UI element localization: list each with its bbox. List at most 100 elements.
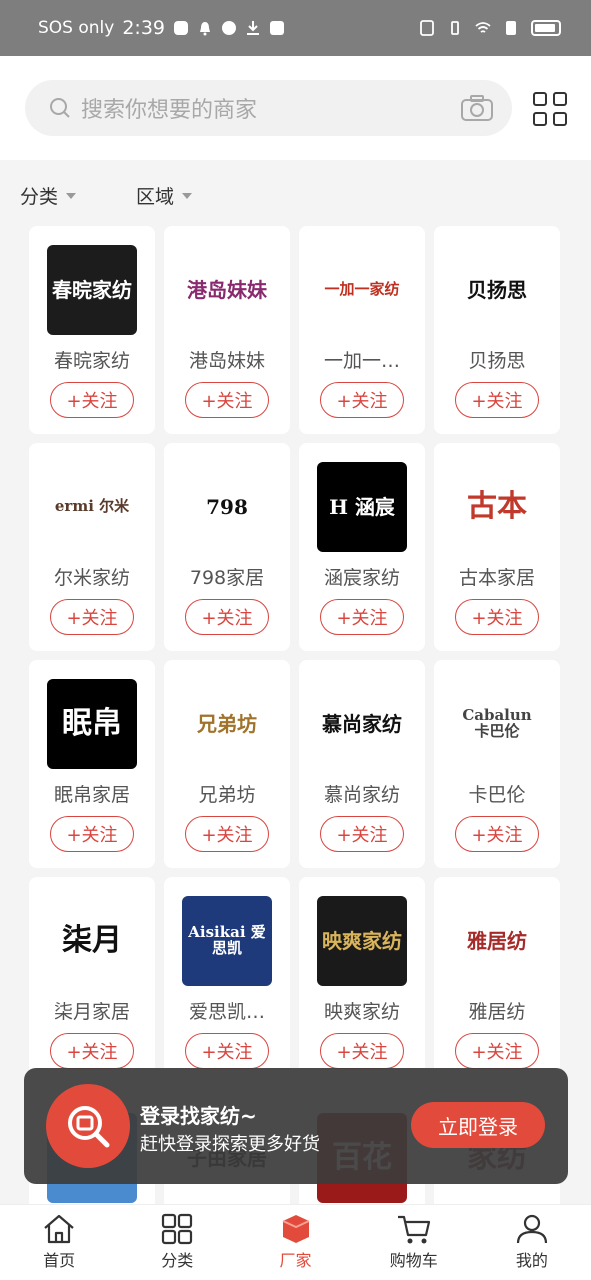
shop-card[interactable]: Cabalun 卡巴伦 卡巴伦 +关注 xyxy=(434,660,560,868)
shop-name: 798家居 xyxy=(189,567,265,589)
tab-category[interactable]: 分类 xyxy=(118,1205,236,1280)
shop-name: 古本家居 xyxy=(458,567,535,589)
shop-logo-text: 柒月 xyxy=(62,923,122,959)
tab-profile[interactable]: 我的 xyxy=(473,1205,591,1280)
follow-button[interactable]: +关注 xyxy=(455,599,539,635)
follow-button[interactable]: +关注 xyxy=(455,382,539,418)
shop-logo-text: 798 xyxy=(206,494,248,519)
shop-name: 慕尚家纺 xyxy=(323,784,400,806)
login-prompt: 登录找家纺~ 赶快登录探索更多好货 立即登录 xyxy=(24,1068,568,1184)
login-button[interactable]: 立即登录 xyxy=(411,1102,545,1148)
tab-home-label: 首页 xyxy=(43,1251,76,1270)
shop-logo-text: Aisikai 爱思凯 xyxy=(188,923,266,957)
shop-logo[interactable]: 柒月 xyxy=(47,896,137,986)
alert-icon xyxy=(506,21,516,35)
shop-name: 港岛妹妹 xyxy=(188,350,265,372)
follow-button[interactable]: +关注 xyxy=(185,816,269,852)
shop-name: 一加一… xyxy=(323,350,400,372)
follow-button[interactable]: +关注 xyxy=(50,599,134,635)
shop-logo[interactable]: ermi 尔米 xyxy=(47,462,137,552)
follow-button[interactable]: +关注 xyxy=(455,1033,539,1069)
login-prompt-subtitle: 赶快登录探索更多好货 xyxy=(140,1134,320,1155)
shop-card[interactable]: 柒月柒月家居 +关注 xyxy=(29,877,155,1085)
follow-button[interactable]: +关注 xyxy=(320,1033,404,1069)
follow-button[interactable]: +关注 xyxy=(50,1033,134,1069)
search-logo-icon xyxy=(46,1084,130,1168)
shop-card[interactable]: 港岛妹妹 港岛妹妹 +关注 xyxy=(164,226,290,434)
follow-button[interactable]: +关注 xyxy=(320,382,404,418)
shop-logo[interactable]: 眠帛 xyxy=(47,679,137,769)
shop-logo-text: 映爽家纺 xyxy=(322,928,402,953)
shop-card[interactable]: Aisikai 爱思凯爱思凯… +关注 xyxy=(164,877,290,1085)
shop-name: 柒月家居 xyxy=(53,1001,130,1023)
shop-card[interactable]: 兄弟坊 兄弟坊 +关注 xyxy=(164,660,290,868)
follow-button[interactable]: +关注 xyxy=(320,599,404,635)
shop-logo-text: Cabalun 卡巴伦 xyxy=(462,706,532,740)
shop-logo[interactable]: 春晥家纺 xyxy=(47,245,137,335)
category-filter[interactable]: 分类 xyxy=(20,182,77,209)
shop-logo[interactable]: 一加一家纺 xyxy=(317,245,407,335)
shop-card[interactable]: 一加一家纺一加一… +关注 xyxy=(299,226,425,434)
shop-card[interactable]: 798 798家居 +关注 xyxy=(164,443,290,651)
shop-logo-text: 春晥家纺 xyxy=(52,277,132,302)
shop-card[interactable]: 春晥家纺 春晥家纺 +关注 xyxy=(29,226,155,434)
shop-logo[interactable]: H 涵宸 xyxy=(317,462,407,552)
shop-name: 爱思凯… xyxy=(188,1001,265,1023)
vibrate-icon xyxy=(451,21,459,35)
shop-name: 雅居纺 xyxy=(468,1001,526,1023)
shop-logo-text: 港岛妹妹 xyxy=(187,277,267,302)
camera-icon[interactable] xyxy=(460,94,494,122)
tab-factory-label: 厂家 xyxy=(279,1251,312,1270)
shop-name: 春晥家纺 xyxy=(53,350,130,372)
filter-bar: 分类 区域 xyxy=(20,182,193,209)
shop-logo[interactable]: 慕尚家纺 xyxy=(317,679,407,769)
home-icon xyxy=(44,1214,74,1244)
shop-card[interactable]: 映爽家纺 映爽家纺 +关注 xyxy=(299,877,425,1085)
shop-logo[interactable]: Cabalun 卡巴伦 xyxy=(452,679,542,769)
search-bar[interactable]: 搜索你想要的商家 xyxy=(25,80,512,136)
follow-button[interactable]: +关注 xyxy=(185,382,269,418)
shop-card[interactable]: ermi 尔米 尔米家纺 +关注 xyxy=(29,443,155,651)
follow-button[interactable]: +关注 xyxy=(50,382,134,418)
bell-icon xyxy=(200,22,210,36)
grid-view-icon[interactable] xyxy=(533,92,567,126)
shop-card[interactable]: H 涵宸 涵宸家纺 +关注 xyxy=(299,443,425,651)
shop-logo[interactable]: 贝扬思 xyxy=(452,245,542,335)
shop-logo-text: 雅居纺 xyxy=(467,928,527,953)
wifi-icon xyxy=(475,22,491,33)
tab-home[interactable]: 首页 xyxy=(0,1205,118,1280)
shop-card[interactable]: 眠帛 眠帛家居 +关注 xyxy=(29,660,155,868)
tab-factory[interactable]: 厂家 xyxy=(236,1205,354,1280)
follow-button[interactable]: +关注 xyxy=(185,599,269,635)
shop-logo[interactable]: 798 xyxy=(182,462,272,552)
shop-logo[interactable]: 港岛妹妹 xyxy=(182,245,272,335)
follow-button[interactable]: +关注 xyxy=(50,816,134,852)
shop-card[interactable]: 雅居纺 雅居纺 +关注 xyxy=(434,877,560,1085)
follow-button[interactable]: +关注 xyxy=(185,1033,269,1069)
shop-logo[interactable]: 映爽家纺 xyxy=(317,896,407,986)
shop-card[interactable]: 古本古本家居 +关注 xyxy=(434,443,560,651)
tab-cart-label: 购物车 xyxy=(389,1251,438,1270)
shop-card[interactable]: 贝扬思 贝扬思 +关注 xyxy=(434,226,560,434)
shop-card[interactable]: 慕尚家纺 慕尚家纺 +关注 xyxy=(299,660,425,868)
shop-logo-text: 贝扬思 xyxy=(467,277,527,302)
shop-logo-text: 兄弟坊 xyxy=(197,711,257,736)
shop-logo[interactable]: Aisikai 爱思凯 xyxy=(182,896,272,986)
search-input[interactable]: 搜索你想要的商家 xyxy=(81,92,460,124)
region-filter-label: 区域 xyxy=(136,186,175,208)
follow-button[interactable]: +关注 xyxy=(455,816,539,852)
download-icon xyxy=(247,21,259,35)
header: 搜索你想要的商家 xyxy=(0,56,591,160)
shop-logo[interactable]: 古本 xyxy=(452,462,542,552)
battery-icon xyxy=(531,20,561,36)
user-icon xyxy=(516,1214,548,1244)
shop-logo-text: 眠帛 xyxy=(62,706,122,742)
shop-logo[interactable]: 兄弟坊 xyxy=(182,679,272,769)
search-icon xyxy=(50,98,70,118)
caret-down-icon xyxy=(182,192,193,199)
follow-button[interactable]: +关注 xyxy=(320,816,404,852)
tab-cart[interactable]: 购物车 xyxy=(355,1205,473,1280)
category-filter-label: 分类 xyxy=(20,186,59,208)
shop-logo[interactable]: 雅居纺 xyxy=(452,896,542,986)
region-filter[interactable]: 区域 xyxy=(136,182,193,209)
